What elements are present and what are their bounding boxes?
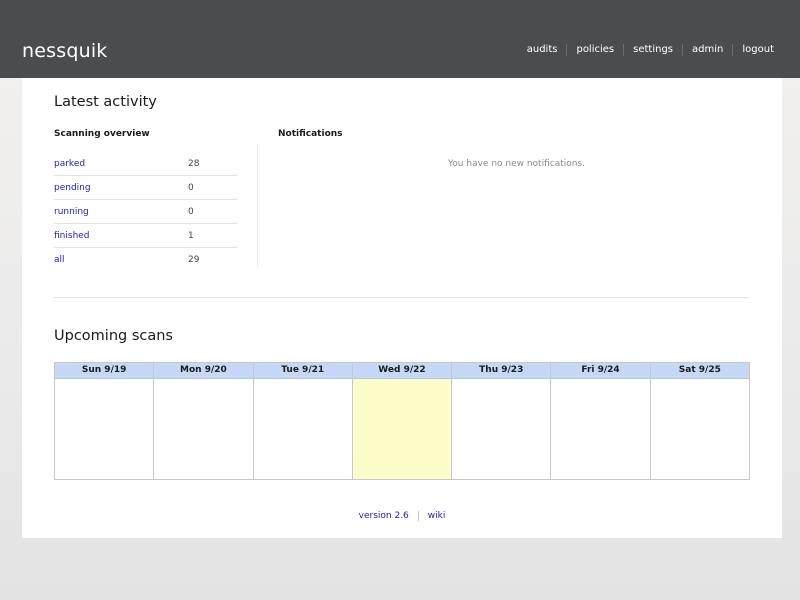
nav-settings[interactable]: settings: [623, 44, 682, 56]
scanning-overview-heading: Scanning overview: [54, 129, 150, 139]
calendar-day-body[interactable]: [55, 379, 154, 479]
calendar-day[interactable]: Sun 9/19: [55, 363, 154, 479]
overview-row-running: running 0: [54, 200, 238, 224]
calendar-day-today[interactable]: Wed 9/22: [351, 363, 452, 479]
wiki-link[interactable]: wiki: [417, 511, 455, 521]
calendar-day-header: Fri 9/24: [551, 363, 650, 379]
calendar-day[interactable]: Mon 9/20: [153, 363, 253, 479]
page-footer: version 2.6 wiki: [22, 511, 782, 521]
nav-admin[interactable]: admin: [682, 44, 732, 56]
app-brand[interactable]: nessquik: [22, 40, 108, 62]
notifications-empty-message: You have no new notifications.: [448, 159, 586, 169]
calendar-day-body[interactable]: [551, 379, 650, 479]
calendar-day-header: Sat 9/25: [650, 363, 749, 379]
upcoming-scans-calendar: Sun 9/19 Mon 9/20 Tue 9/21 Wed 9/22 Thu …: [54, 362, 750, 480]
calendar-day-header: Sun 9/19: [55, 363, 154, 379]
calendar-day-body[interactable]: [650, 379, 749, 479]
scanning-overview-list: parked 28 pending 0 running 0 finished 1…: [54, 152, 238, 271]
calendar-day-header: Mon 9/20: [154, 363, 253, 379]
overview-link-all[interactable]: all: [54, 255, 65, 265]
overview-count-running: 0: [188, 207, 194, 217]
main-nav: audits policies settings admin logout: [518, 44, 782, 56]
main-content: Latest activity Scanning overview parked…: [22, 78, 782, 538]
calendar-day[interactable]: Sat 9/25: [649, 363, 749, 479]
calendar-day-body[interactable]: [452, 379, 551, 479]
calendar-day[interactable]: Fri 9/24: [550, 363, 650, 479]
calendar-day[interactable]: Tue 9/21: [252, 363, 352, 479]
overview-row-parked: parked 28: [54, 152, 238, 176]
nav-audits[interactable]: audits: [518, 44, 567, 56]
overview-count-parked: 28: [188, 159, 200, 169]
version-link[interactable]: version 2.6: [350, 511, 418, 521]
notifications-heading: Notifications: [278, 129, 343, 139]
overview-count-pending: 0: [188, 183, 194, 193]
nav-logout[interactable]: logout: [732, 44, 782, 56]
calendar-day-body[interactable]: [253, 379, 352, 479]
calendar-day-header: Wed 9/22: [352, 363, 452, 379]
overview-link-running[interactable]: running: [54, 207, 89, 217]
overview-row-finished: finished 1: [54, 224, 238, 248]
section-divider: [54, 297, 750, 298]
overview-link-pending[interactable]: pending: [54, 183, 91, 193]
calendar-day-header: Tue 9/21: [253, 363, 352, 379]
top-header: nessquik audits policies settings admin …: [0, 0, 800, 78]
overview-row-all: all 29: [54, 248, 238, 271]
overview-count-finished: 1: [188, 231, 194, 241]
nav-policies[interactable]: policies: [566, 44, 623, 56]
upcoming-scans-title: Upcoming scans: [54, 328, 173, 344]
calendar-day-header: Thu 9/23: [452, 363, 551, 379]
overview-link-finished[interactable]: finished: [54, 231, 90, 241]
overview-link-parked[interactable]: parked: [54, 159, 85, 169]
calendar-day[interactable]: Thu 9/23: [451, 363, 551, 479]
overview-count-all: 29: [188, 255, 200, 265]
overview-row-pending: pending 0: [54, 176, 238, 200]
latest-activity-title: Latest activity: [54, 94, 157, 110]
column-divider: [257, 144, 258, 268]
calendar-day-body[interactable]: [352, 379, 452, 479]
calendar-day-body[interactable]: [154, 379, 253, 479]
